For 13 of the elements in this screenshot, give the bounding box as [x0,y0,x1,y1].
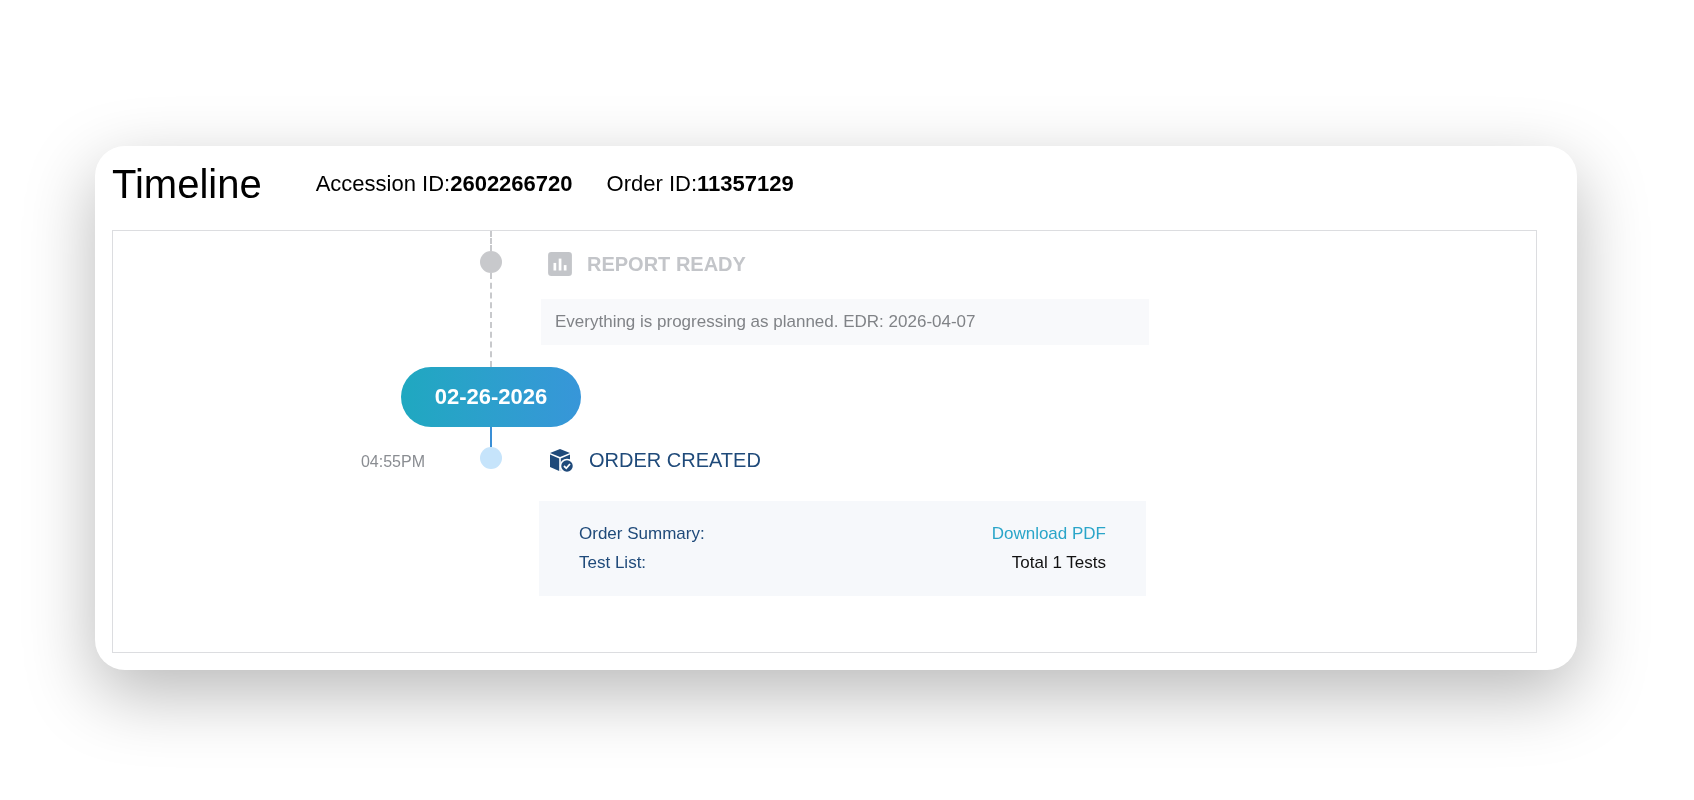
detail-value: Total 1 Tests [1011,552,1106,574]
detail-label: Order Summary: [579,522,705,545]
event-note: Everything is progressing as planned. EDR: 2026-04-07 [541,299,1149,345]
id-label: Accession ID:2602266720 [315,170,573,198]
download-link[interactable]: Download PDF [991,520,1106,546]
bar-chart-icon [547,251,573,277]
event-title: ORDER CREATED [589,447,761,473]
id-label: Order ID:11357129 [606,170,794,198]
event-time: 04:55PM [360,451,425,472]
page-title: Timeline [112,164,262,204]
date-pill: 02-26-2026 [401,366,581,427]
detail-label: Test List: [579,552,647,574]
event-title: REPORT READY [587,252,746,277]
